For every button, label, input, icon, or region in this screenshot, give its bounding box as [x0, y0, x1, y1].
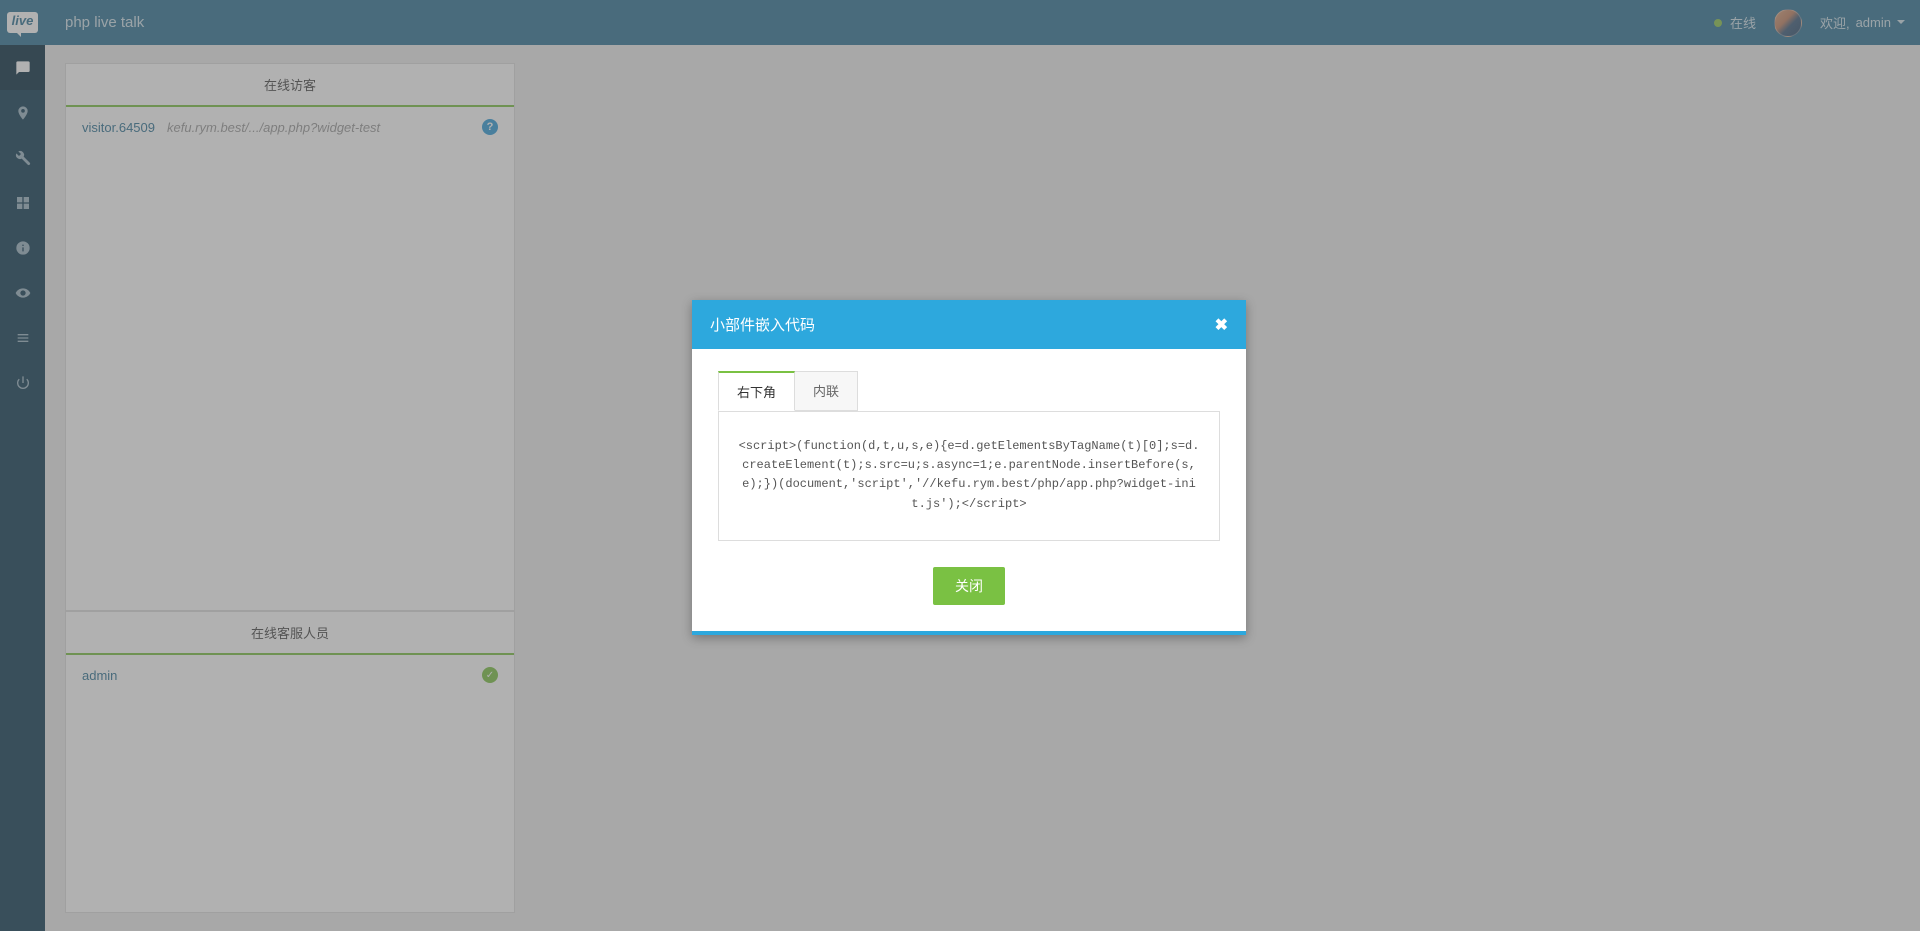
modal-close-button[interactable]: ✖ [1215, 315, 1228, 335]
modal-tabs: 右下角 内联 [718, 371, 1220, 412]
modal-title: 小部件嵌入代码 [710, 314, 815, 335]
embed-code[interactable]: <script>(function(d,t,u,s,e){e=d.getElem… [737, 437, 1201, 514]
modal-header: 小部件嵌入代码 ✖ [692, 300, 1246, 349]
embed-code-modal: 小部件嵌入代码 ✖ 右下角 内联 <script>(function(d,t,u… [692, 300, 1246, 635]
modal-actions: 关闭 [718, 567, 1220, 605]
code-box: <script>(function(d,t,u,s,e){e=d.getElem… [718, 411, 1220, 541]
close-button[interactable]: 关闭 [933, 567, 1005, 605]
tab-inline[interactable]: 内联 [795, 371, 858, 411]
tab-bottom-right[interactable]: 右下角 [718, 371, 795, 411]
modal-body: 右下角 内联 <script>(function(d,t,u,s,e){e=d.… [692, 349, 1246, 631]
